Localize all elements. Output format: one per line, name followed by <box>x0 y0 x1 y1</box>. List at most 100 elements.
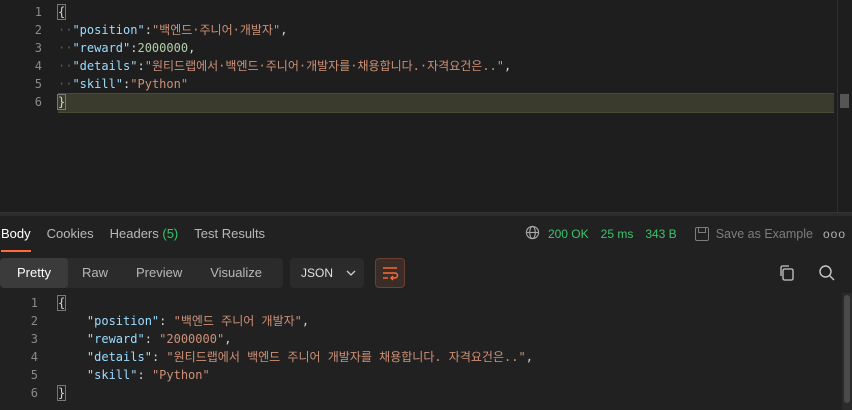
request-body-editor[interactable]: 123456 {··"position":"백엔드·주니어·개발자", ··"re… <box>0 0 852 212</box>
request-token-punc: , <box>504 59 512 73</box>
response-token-key: "reward" <box>86 332 145 346</box>
request-token-punc: : <box>144 23 152 37</box>
response-token-brace: } <box>56 385 67 401</box>
response-line-number: 3 <box>30 332 38 346</box>
request-token-num: 2000000 <box>137 41 189 55</box>
request-line-number: 6 <box>34 95 42 109</box>
status-code[interactable]: 200 OK <box>548 227 589 241</box>
view-visualize-button[interactable]: Visualize <box>196 258 276 288</box>
response-code-line[interactable]: "skill": "Python" <box>58 366 210 384</box>
save-icon <box>694 227 709 241</box>
response-token-punc: , <box>224 332 232 346</box>
request-token-ws: ·· <box>58 77 73 91</box>
response-code-line[interactable]: } <box>56 384 67 402</box>
request-token-str: "백엔드·주니어·개발자" <box>151 23 281 37</box>
tab-label: Headers <box>109 226 159 241</box>
request-code-line[interactable]: { <box>56 3 67 21</box>
request-code-line[interactable]: ··"details":"원티드랩에서·백엔드·주니어·개발자를·채용합니다.·… <box>58 57 511 75</box>
more-options-icon[interactable]: ooo <box>823 227 846 241</box>
request-line-number: 5 <box>34 77 42 91</box>
active-line-highlight <box>58 93 834 113</box>
search-icon[interactable] <box>818 264 836 282</box>
response-token-punc: : <box>151 350 167 364</box>
request-token-brace: { <box>56 4 67 20</box>
response-token-str: "Python" <box>151 368 210 382</box>
response-token-punc <box>58 314 87 328</box>
view-raw-button[interactable]: Raw <box>68 258 122 288</box>
tab-label: Cookies <box>46 226 94 241</box>
view-pretty-button[interactable]: Pretty <box>0 258 68 288</box>
request-line-number: 4 <box>34 59 42 73</box>
request-token-punc: , <box>280 23 288 37</box>
response-code-line[interactable]: { <box>56 294 67 312</box>
request-token-punc: , <box>188 41 196 55</box>
view-preview-button[interactable]: Preview <box>122 258 196 288</box>
tab-body[interactable]: Body <box>1 216 31 252</box>
wrap-lines-button[interactable] <box>375 258 405 288</box>
request-code-line[interactable]: } <box>56 93 67 111</box>
tab-test-results[interactable]: Test Results <box>194 216 265 252</box>
response-token-key: "position" <box>86 314 160 328</box>
response-token-str: "2000000" <box>159 332 225 346</box>
response-size[interactable]: 343 B <box>645 227 676 241</box>
request-token-str: "원티드랩에서·백엔드·주니어·개발자를·채용합니다.·자격요건은.." <box>144 59 505 73</box>
response-tabs: Body Cookies Headers (5) Test Results 200 O… <box>0 216 852 252</box>
tab-label: Body <box>1 226 31 241</box>
response-token-punc: , <box>525 350 533 364</box>
response-token-brace: { <box>56 295 67 311</box>
response-token-punc: , <box>301 314 310 328</box>
globe-icon[interactable] <box>525 225 540 244</box>
response-token-punc <box>58 368 87 382</box>
request-line-number: 2 <box>34 23 42 37</box>
editor-scroll-thumb[interactable] <box>840 94 849 108</box>
format-selected: JSON <box>301 266 334 280</box>
request-token-key: "reward" <box>72 41 131 55</box>
chevron-down-icon <box>346 268 356 279</box>
view-mode-group: Pretty Raw Preview Visualize <box>0 258 283 288</box>
request-token-punc: : <box>137 59 145 73</box>
editor-scrollbar[interactable] <box>837 0 852 212</box>
request-token-ws: ·· <box>58 41 73 55</box>
copy-icon[interactable] <box>778 264 796 282</box>
response-line-number: 4 <box>30 350 38 364</box>
response-code-line[interactable]: "reward": "2000000", <box>58 330 232 348</box>
response-token-key: "skill" <box>86 368 138 382</box>
request-token-key: "details" <box>72 59 138 73</box>
response-line-number: 5 <box>30 368 38 382</box>
format-select[interactable]: JSON <box>290 258 364 288</box>
response-toolbar: Pretty Raw Preview Visualize JSON <box>0 256 852 290</box>
response-token-punc: : <box>144 332 160 346</box>
response-token-str: "백엔드 주니어 개발자" <box>173 314 302 328</box>
response-scrollbar[interactable] <box>842 293 852 410</box>
request-line-number: 1 <box>34 5 42 19</box>
response-line-number: 1 <box>30 296 38 310</box>
tab-list: Body Cookies Headers (5) Test Results <box>0 216 281 252</box>
response-line-number: 2 <box>30 314 38 328</box>
tab-headers[interactable]: Headers (5) <box>110 216 179 252</box>
request-code-line[interactable]: ··"skill":"Python" <box>58 75 188 93</box>
save-as-example-label: Save as Example <box>715 227 813 241</box>
request-line-number: 3 <box>34 41 42 55</box>
request-token-key: "position" <box>72 23 145 37</box>
response-token-punc <box>58 332 87 346</box>
request-token-key: "skill" <box>72 77 124 91</box>
request-token-brace: } <box>56 94 67 110</box>
save-as-example-button[interactable]: Save as Example <box>694 227 813 241</box>
response-body-viewer[interactable]: 1 2 3 4 5 6 { "position": "백엔드 주니어 개발자", "rew… <box>0 293 852 410</box>
response-token-str: "원티드랩에서 백엔드 주니어 개발자를 채용합니다. 자격요건은.." <box>166 350 526 364</box>
response-token-punc: : <box>137 368 152 382</box>
response-token-punc: : <box>159 314 174 328</box>
request-code-line[interactable]: ··"position":"백엔드·주니어·개발자", <box>58 21 287 39</box>
response-time[interactable]: 25 ms <box>601 227 634 241</box>
response-token-key: "details" <box>86 350 152 364</box>
response-code-line[interactable]: "position": "백엔드 주니어 개발자", <box>58 312 309 330</box>
response-token-punc <box>58 350 87 364</box>
response-scroll-thumb[interactable] <box>844 295 850 403</box>
response-line-number: 6 <box>30 386 38 400</box>
tab-cookies[interactable]: Cookies <box>47 216 94 252</box>
request-token-ws: ·· <box>58 23 73 37</box>
request-token-str: "Python" <box>130 77 189 91</box>
request-token-ws: ·· <box>58 59 73 73</box>
response-code-line[interactable]: "details": "원티드랩에서 백엔드 주니어 개발자를 채용합니다. 자… <box>58 348 533 366</box>
request-code-line[interactable]: ··"reward":2000000, <box>58 39 195 57</box>
